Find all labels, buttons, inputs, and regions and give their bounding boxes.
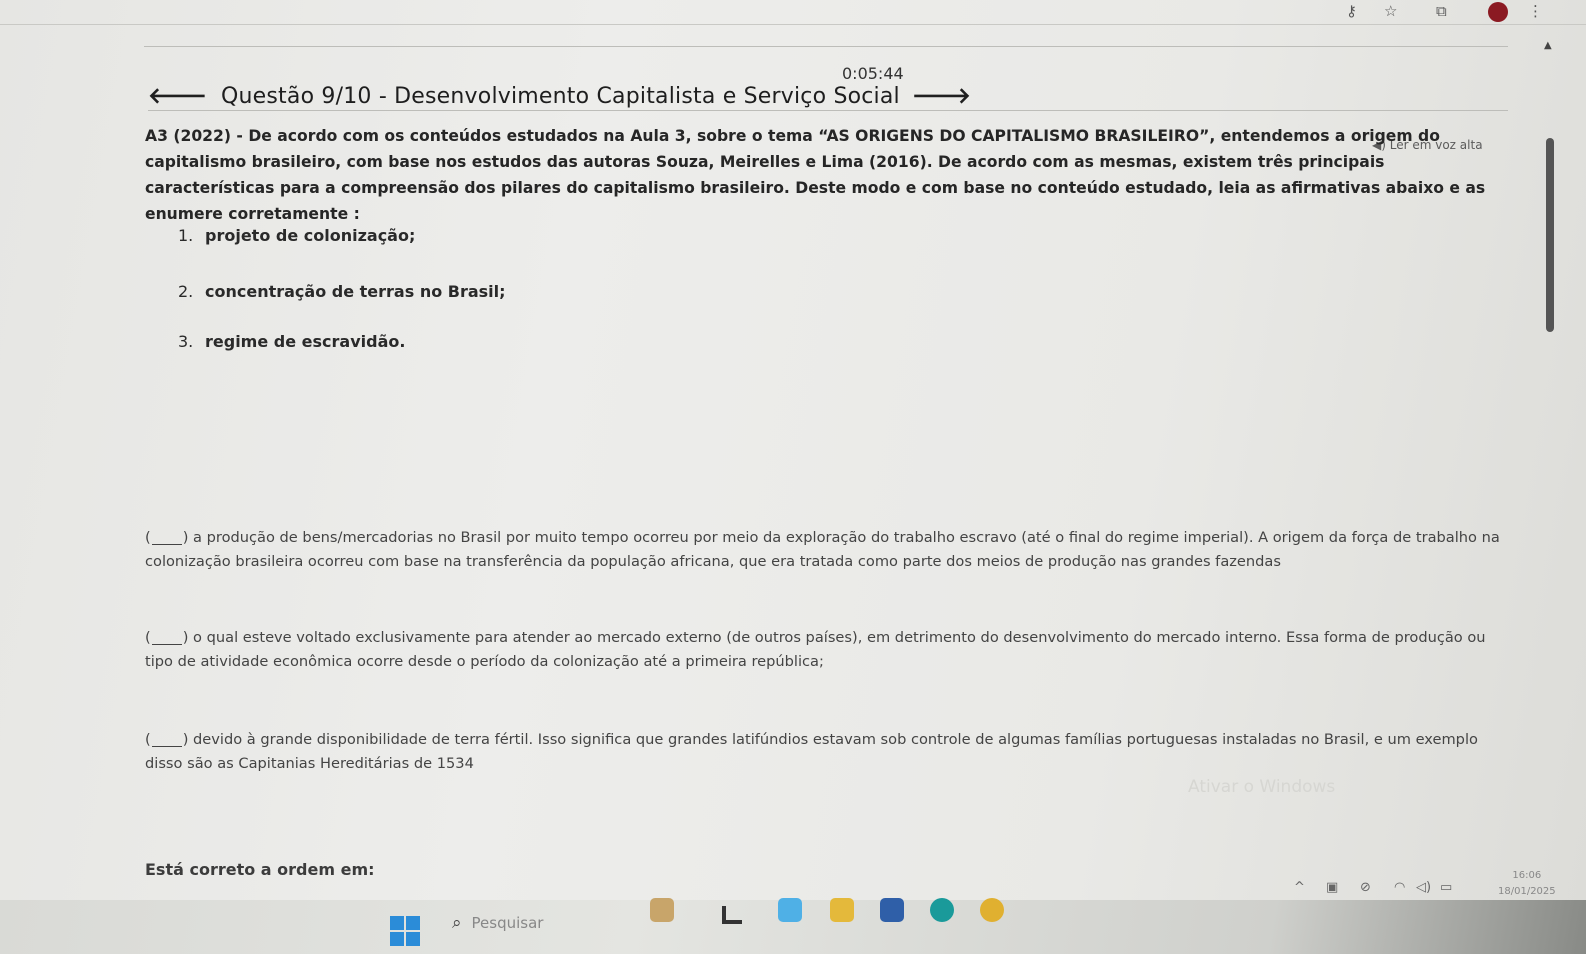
- scroll-up-arrow[interactable]: ▲: [1544, 40, 1552, 51]
- arrow-left-icon[interactable]: 🡐: [148, 85, 207, 108]
- list-item: 1. projeto de colonização;: [178, 226, 416, 245]
- profile-avatar[interactable]: [1488, 2, 1508, 22]
- chevron-up-icon[interactable]: ^: [1294, 880, 1305, 895]
- blank-line: [151, 630, 182, 645]
- divider: [0, 24, 1586, 25]
- key-icon[interactable]: ⚷: [1346, 2, 1357, 20]
- wifi-icon[interactable]: ◠: [1394, 880, 1405, 895]
- app-tray-icon[interactable]: ▣: [1326, 880, 1338, 895]
- windows-activation-watermark: Ativar o Windows: [1188, 777, 1336, 797]
- list-item: 2. concentração de terras no Brasil;: [178, 282, 506, 301]
- store-icon[interactable]: [880, 898, 904, 922]
- affirmative-1: () a produção de bens/mercadorias no Bra…: [145, 529, 1500, 570]
- list-item: 3. regime de escravidão.: [178, 332, 406, 351]
- clock[interactable]: 16:06 18/01/2025: [1498, 868, 1556, 900]
- search-placeholder: Pesquisar: [471, 914, 544, 932]
- divider: [148, 110, 1508, 111]
- clock-date: 18/01/2025: [1498, 886, 1556, 897]
- windows-start-icon[interactable]: [390, 916, 420, 946]
- edge-icon[interactable]: [930, 898, 954, 922]
- copilot-icon[interactable]: [778, 898, 802, 922]
- notifications-off-icon[interactable]: ⊘: [1360, 880, 1371, 895]
- clock-time: 16:06: [1512, 870, 1542, 881]
- question-header: 🡐 Questão 9/10 - Desenvolvimento Capital…: [148, 84, 971, 109]
- affirmative-2: () o qual esteve voltado exclusivamente …: [145, 629, 1486, 670]
- extensions-icon[interactable]: ⧉: [1436, 2, 1447, 20]
- question-title: Questão 9/10 - Desenvolvimento Capitalis…: [221, 84, 900, 109]
- affirmative-3: () devido à grande disponibilidade de te…: [145, 731, 1478, 772]
- volume-icon[interactable]: ◁): [1416, 880, 1431, 895]
- widgets-icon[interactable]: [650, 898, 674, 922]
- menu-icon[interactable]: ⋮: [1528, 2, 1543, 20]
- battery-icon[interactable]: ▭: [1440, 880, 1452, 895]
- task-view-icon[interactable]: [722, 906, 742, 924]
- question-statement: A3 (2022) - De acordo com os conteúdos e…: [145, 127, 1486, 223]
- divider: [144, 46, 1508, 47]
- timer: 0:05:44: [842, 64, 904, 83]
- arrow-right-icon[interactable]: 🡒: [912, 85, 971, 108]
- search-icon: ⌕: [452, 913, 462, 933]
- scrollbar-thumb[interactable]: [1546, 138, 1554, 332]
- taskbar-search[interactable]: ⌕ Pesquisar: [452, 913, 543, 933]
- answer-prompt: Está correto a ordem em:: [145, 860, 375, 879]
- star-icon[interactable]: ☆: [1384, 2, 1397, 20]
- blank-line: [151, 732, 182, 747]
- blank-line: [151, 530, 182, 545]
- file-explorer-icon[interactable]: [830, 898, 854, 922]
- chrome-icon[interactable]: [980, 898, 1004, 922]
